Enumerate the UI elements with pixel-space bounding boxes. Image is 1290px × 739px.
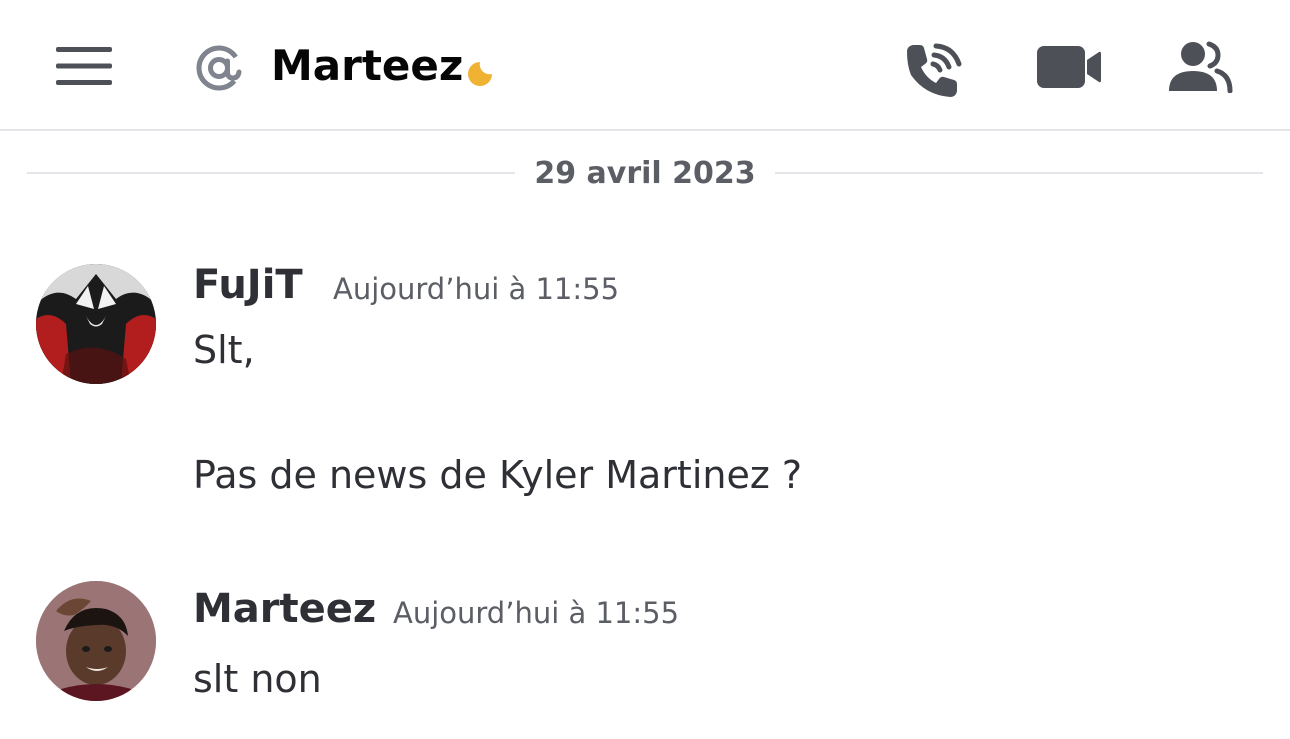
message-timestamp: Aujourd’hui à 11:55 xyxy=(393,596,680,630)
divider-line xyxy=(775,172,1263,174)
moon-icon xyxy=(468,62,492,86)
divider-date: 29 avril 2023 xyxy=(534,156,756,191)
message-author[interactable]: Marteez xyxy=(193,585,376,633)
message-timestamp: Aujourd’hui à 11:55 xyxy=(333,272,620,306)
message-author[interactable]: FuJiT xyxy=(193,261,303,309)
page-title: Marteez xyxy=(271,41,464,90)
at-sign-icon xyxy=(196,45,242,91)
avatar[interactable] xyxy=(36,581,156,701)
channel-header: Marteez xyxy=(0,0,1290,131)
date-divider: 29 avril 2023 xyxy=(27,152,1263,196)
video-camera-icon[interactable] xyxy=(1037,44,1101,90)
phone-call-icon[interactable] xyxy=(903,40,965,98)
members-icon[interactable] xyxy=(1167,41,1233,93)
avatar[interactable] xyxy=(36,264,156,384)
hamburger-menu-icon[interactable] xyxy=(56,47,112,85)
message-text-line: Slt, xyxy=(193,328,255,372)
message-text-line: slt non xyxy=(193,657,322,701)
message-text-line: Pas de news de Kyler Martinez ? xyxy=(193,453,803,497)
